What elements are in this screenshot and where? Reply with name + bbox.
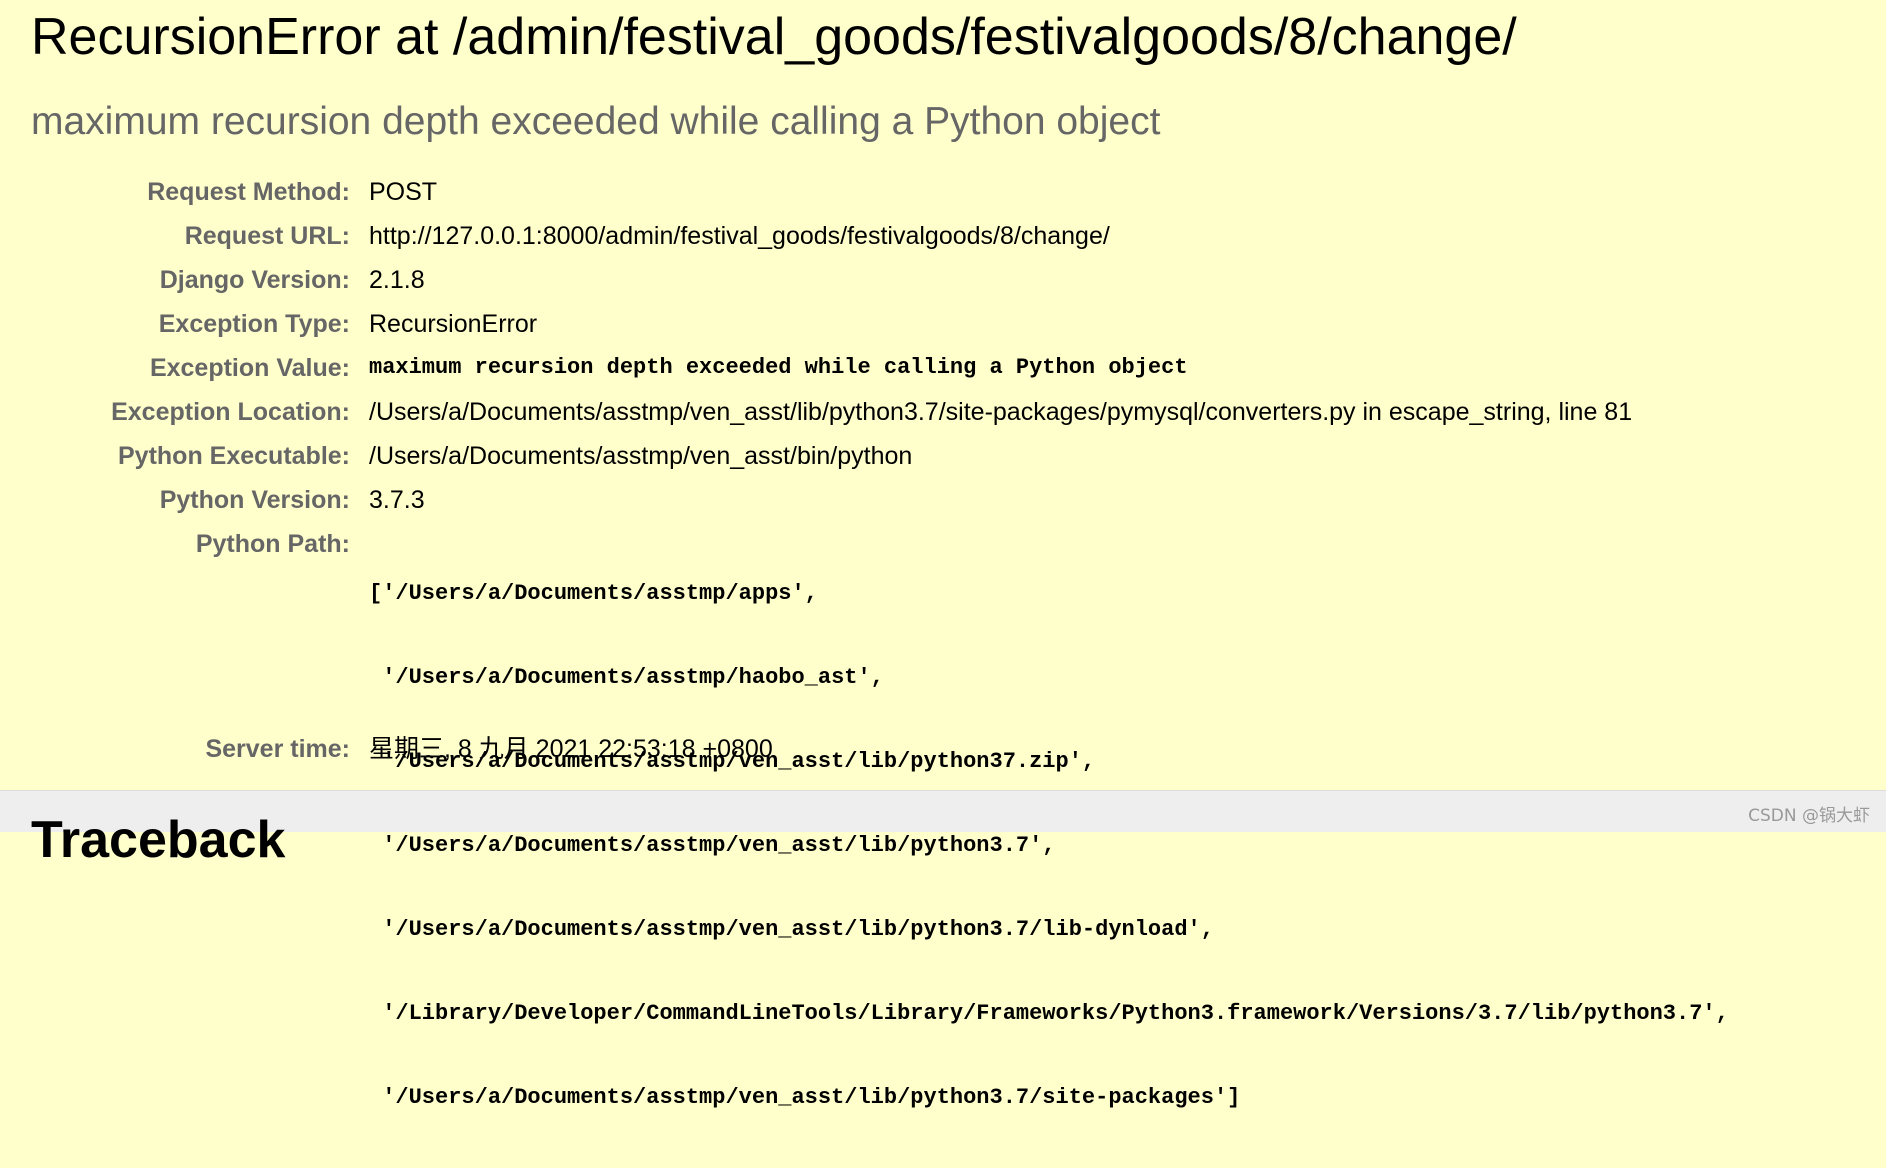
python-path-label: Python Path:: [196, 524, 350, 564]
python-path-entry: '/Users/a/Documents/asstmp/ven_asst/lib/…: [369, 832, 1729, 860]
error-subtitle: maximum recursion depth exceeded while c…: [31, 98, 1160, 146]
django-version-label: Django Version:: [160, 260, 350, 300]
python-path-list: ['/Users/a/Documents/asstmp/apps', '/Use…: [369, 524, 1729, 1168]
exception-location-label: Exception Location:: [111, 392, 350, 432]
exception-value-value: maximum recursion depth exceeded while c…: [369, 348, 1188, 388]
python-path-entry: ['/Users/a/Documents/asstmp/apps',: [369, 580, 1729, 608]
request-method-label: Request Method:: [147, 172, 350, 212]
watermark: CSDN @锅大虾: [1748, 801, 1870, 826]
python-executable-label: Python Executable:: [118, 436, 350, 476]
meta-row-request-method: Request Method: POST: [0, 172, 1886, 212]
meta-row-exception-type: Exception Type: RecursionError: [0, 304, 1886, 344]
meta-row-request-url: Request URL: http://127.0.0.1:8000/admin…: [0, 216, 1886, 256]
exception-type-label: Exception Type:: [159, 304, 350, 344]
django-version-value: 2.1.8: [369, 260, 425, 300]
traceback-section: Traceback: [0, 791, 1886, 832]
python-executable-value: /Users/a/Documents/asstmp/ven_asst/bin/p…: [369, 436, 912, 476]
meta-row-python-version: Python Version: 3.7.3: [0, 480, 1886, 520]
meta-row-exception-value: Exception Value: maximum recursion depth…: [0, 348, 1886, 388]
meta-row-python-executable: Python Executable: /Users/a/Documents/as…: [0, 436, 1886, 476]
exception-value-label: Exception Value:: [150, 348, 350, 388]
python-path-entry: '/Users/a/Documents/asstmp/ven_asst/lib/…: [369, 916, 1729, 944]
request-method-value: POST: [369, 172, 437, 212]
request-url-label: Request URL:: [185, 216, 350, 256]
exception-type-value: RecursionError: [369, 304, 537, 344]
meta-row-django-version: Django Version: 2.1.8: [0, 260, 1886, 300]
exception-location-value: /Users/a/Documents/asstmp/ven_asst/lib/p…: [369, 392, 1632, 432]
meta-row-server-time: Server time: 星期三, 8 九月 2021 22:53:18 +08…: [0, 729, 1886, 769]
server-time-value: 星期三, 8 九月 2021 22:53:18 +0800: [369, 729, 773, 769]
error-title: RecursionError at /admin/festival_goods/…: [31, 6, 1517, 68]
traceback-heading: Traceback: [31, 809, 285, 871]
python-version-label: Python Version:: [160, 480, 350, 520]
python-path-entry: '/Users/a/Documents/asstmp/ven_asst/lib/…: [369, 1084, 1729, 1112]
python-version-value: 3.7.3: [369, 480, 425, 520]
request-url-value[interactable]: http://127.0.0.1:8000/admin/festival_goo…: [369, 216, 1110, 256]
python-path-entry: '/Users/a/Documents/asstmp/haobo_ast',: [369, 664, 1729, 692]
meta-row-exception-location: Exception Location: /Users/a/Documents/a…: [0, 392, 1886, 432]
python-path-entry: '/Library/Developer/CommandLineTools/Lib…: [369, 1000, 1729, 1028]
server-time-label: Server time:: [205, 729, 350, 769]
error-summary: RecursionError at /admin/festival_goods/…: [0, 0, 1886, 791]
